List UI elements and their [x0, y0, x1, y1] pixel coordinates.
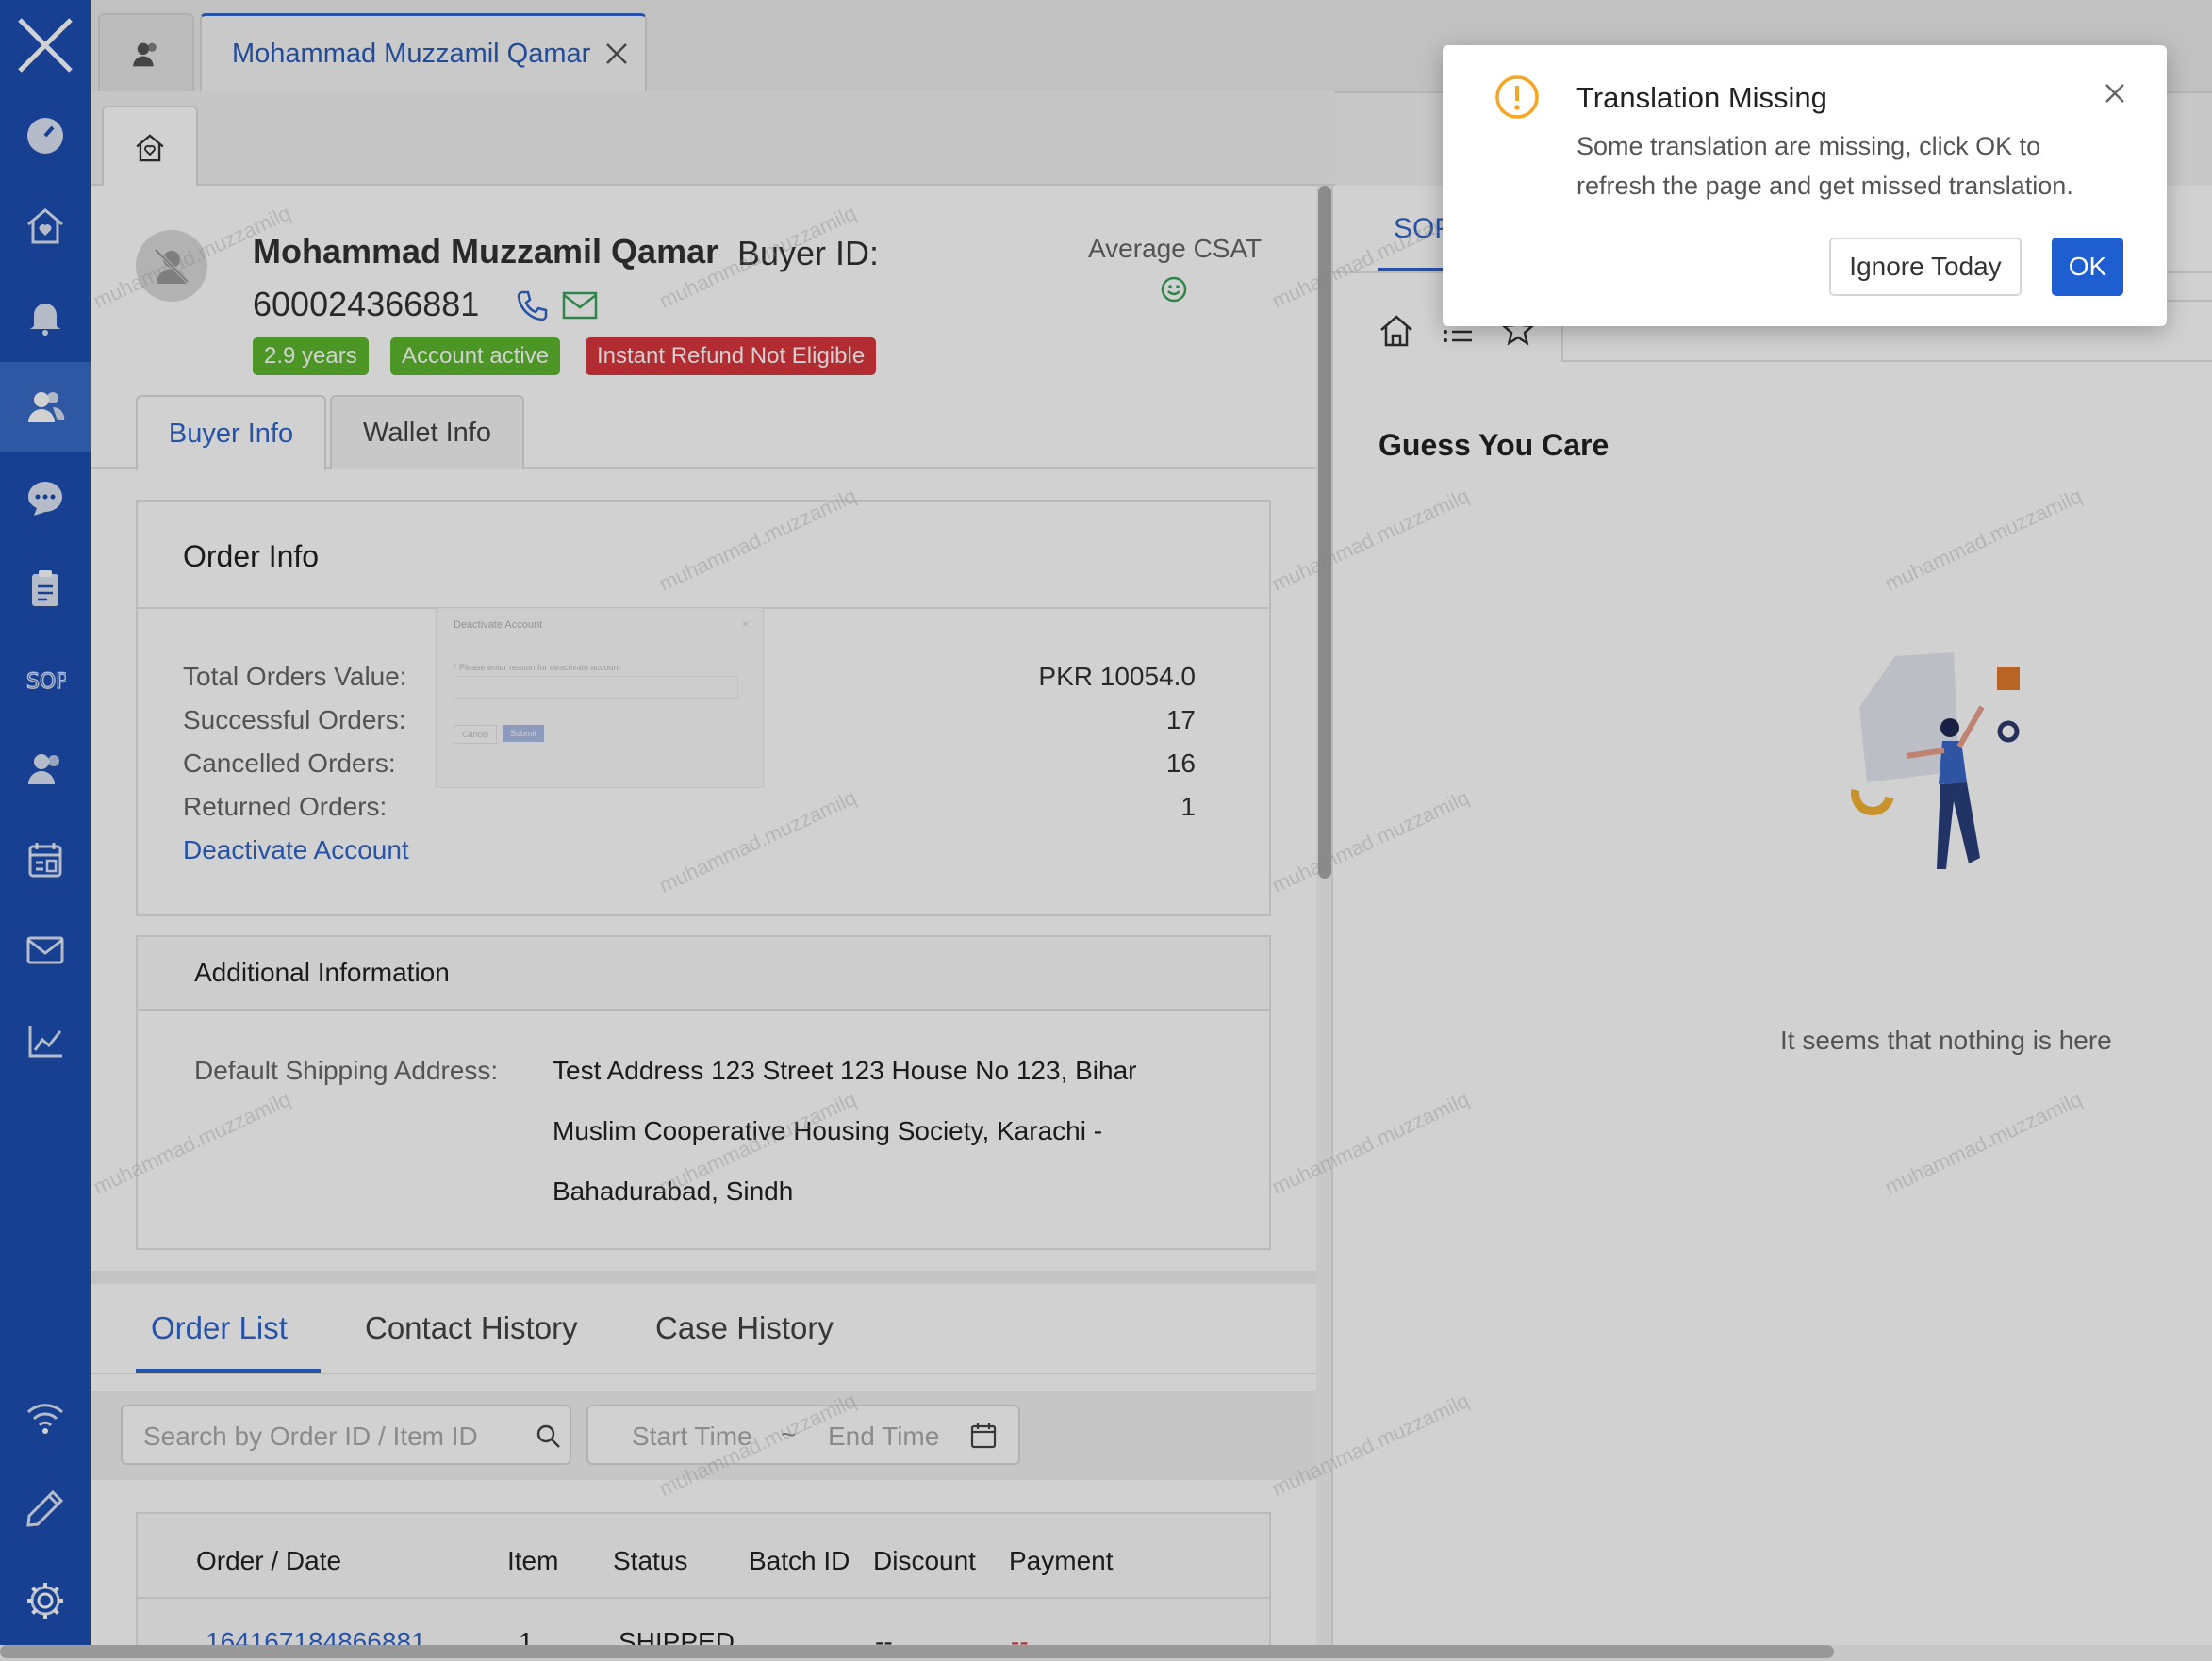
translation-missing-dialog: Translation Missing Some translation are…: [1443, 45, 2167, 326]
ignore-today-button[interactable]: Ignore Today: [1829, 238, 2022, 296]
warning-icon: [1495, 75, 1539, 119]
ok-button[interactable]: OK: [2052, 238, 2123, 296]
dialog-message-line2: refresh the page and get missed translat…: [1576, 172, 2073, 200]
close-icon[interactable]: [2103, 81, 2127, 106]
dialog-title: Translation Missing: [1576, 81, 1827, 114]
dialog-message-line1: Some translation are missing, click OK t…: [1576, 132, 2041, 160]
